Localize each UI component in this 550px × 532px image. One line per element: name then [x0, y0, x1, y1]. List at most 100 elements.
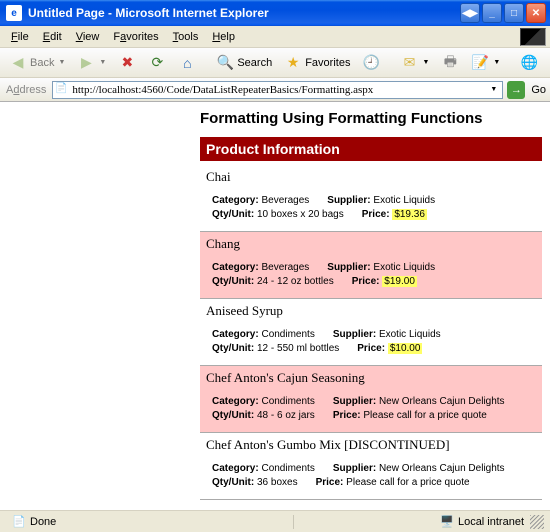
product-row: Category: Condiments Supplier: New Orlean…	[212, 396, 536, 407]
qty-cell: Qty/Unit: 12 - 550 ml bottles	[212, 343, 339, 354]
qty-cell: Qty/Unit: 48 - 6 oz jars	[212, 410, 315, 421]
price-cell: Price: Please call for a price quote	[333, 410, 487, 421]
menu-bar: File Edit View Favorites Tools Help	[0, 26, 550, 48]
home-icon: ⌂	[178, 54, 196, 72]
product-name: Chai	[206, 169, 536, 185]
supplier-cell: Supplier: Exotic Liquids	[327, 195, 435, 206]
extra-button-1[interactable]: ◀▶	[460, 3, 480, 23]
address-bar: Address 📄 ▼ → Go	[0, 78, 550, 102]
supplier-cell: Supplier: New Orleans Cajun Delights	[333, 396, 505, 407]
mail-icon: ✉	[400, 54, 418, 72]
status-text: Done	[30, 516, 56, 528]
price-cell: Price: Please call for a price quote	[316, 477, 470, 488]
product-item: Chang Category: BeveragesSupplier: Exotic…	[200, 232, 542, 299]
menu-tools[interactable]: Tools	[166, 29, 206, 45]
product-row: Qty/Unit: 24 - 12 oz bottles Price: $19.0…	[212, 276, 536, 287]
search-button[interactable]: 🔍 Search	[211, 51, 277, 75]
product-item: Aniseed Syrup Category: Condiments Supplie…	[200, 299, 542, 366]
star-icon: ★	[284, 54, 302, 72]
page-icon: 📄	[12, 515, 26, 529]
refresh-button[interactable]: ⟳	[143, 51, 171, 75]
status-bar: 📄 Done 🖥️ Local intranet	[0, 510, 550, 532]
page-content[interactable]: Formatting Using Formatting Functions Pr…	[0, 102, 550, 510]
forward-button[interactable]: ▶ ▼	[72, 51, 111, 75]
history-button[interactable]: 🕘	[357, 51, 385, 75]
mail-button[interactable]: ✉▼	[395, 51, 434, 75]
product-row: Category: Beverages Supplier: Exotic Liqu…	[212, 195, 536, 206]
extra-button-a[interactable]: 🌐	[515, 51, 543, 75]
status-left: 📄 Done	[6, 515, 294, 529]
supplier-cell: Supplier: New Orleans Cajun Delights	[333, 463, 505, 474]
chevron-down-icon: ▼	[422, 59, 429, 66]
chevron-down-icon: ▼	[99, 59, 106, 66]
menu-favorites[interactable]: Favorites	[106, 29, 165, 45]
menu-view[interactable]: View	[69, 29, 107, 45]
resize-gripper-icon[interactable]	[530, 515, 544, 529]
menu-edit[interactable]: Edit	[36, 29, 69, 45]
product-row: Category: BeveragesSupplier: Exotic Liqu…	[212, 262, 536, 273]
favorites-button[interactable]: ★ Favorites	[279, 51, 355, 75]
product-row: Qty/Unit: 48 - 6 oz jars Price: Please ca…	[212, 410, 536, 421]
stop-icon: ✖	[118, 54, 136, 72]
product-row: Qty/Unit: 10 boxes x 20 bags Price: $19.3…	[212, 209, 536, 220]
page-icon: 📄	[55, 83, 69, 97]
product-row: Qty/Unit: 12 - 550 ml bottles Price: $10.…	[212, 343, 536, 354]
price-cell: Price: $10.00	[357, 343, 422, 354]
favorites-label: Favorites	[305, 57, 350, 69]
product-name: Chef Anton's Cajun Seasoning	[206, 370, 536, 386]
close-button[interactable]: ✕	[526, 3, 546, 23]
window-buttons: ◀▶ _ □ ✕	[460, 3, 546, 23]
chevron-down-icon: ▼	[493, 59, 500, 66]
intranet-icon: 🖥️	[440, 515, 454, 529]
category-cell: Category: Condiments	[212, 396, 315, 407]
section-header: Product Information	[200, 137, 542, 161]
category-cell: Category: Beverages	[212, 195, 309, 206]
chevron-down-icon[interactable]: ▼	[487, 86, 500, 93]
product-item: Chai Category: Beverages Supplier: Exotic …	[200, 165, 542, 232]
app-icon: e	[6, 5, 22, 21]
minimize-button[interactable]: _	[482, 3, 502, 23]
stop-button[interactable]: ✖	[113, 51, 141, 75]
product-row: Category: CondimentsSupplier: New Orlean…	[212, 463, 536, 474]
maximize-button[interactable]: □	[504, 3, 524, 23]
home-button[interactable]: ⌂	[173, 51, 201, 75]
price-value: $19.36	[392, 209, 427, 220]
product-row: Qty/Unit: 36 boxesPrice: Please call for…	[212, 477, 536, 488]
back-button[interactable]: ◀ Back ▼	[4, 51, 70, 75]
price-cell: Price: $19.00	[352, 276, 417, 287]
menu-help[interactable]: Help	[205, 29, 242, 45]
windows-logo-icon	[520, 28, 546, 46]
supplier-cell: Supplier: Exotic Liquids	[327, 262, 435, 273]
category-cell: Category: Condiments	[212, 329, 315, 340]
url-box[interactable]: 📄 ▼	[52, 81, 503, 99]
history-icon: 🕘	[362, 54, 380, 72]
search-icon: 🔍	[216, 54, 234, 72]
supplier-cell: Supplier: Exotic Liquids	[333, 329, 441, 340]
extra-button-b[interactable]: 👤	[545, 51, 550, 75]
product-list: Chai Category: Beverages Supplier: Exotic …	[200, 165, 542, 500]
edit-button[interactable]: 📝▼	[466, 51, 505, 75]
back-label: Back	[30, 57, 54, 69]
globe-icon: 🌐	[520, 54, 538, 72]
price-cell: Price: $19.36	[362, 209, 427, 220]
go-label: Go	[529, 84, 546, 96]
chevron-down-icon: ▼	[58, 59, 65, 66]
product-name: Aniseed Syrup	[206, 303, 536, 319]
product-item: Chef Anton's Gumbo Mix [DISCONTINUED] Cat…	[200, 433, 542, 500]
product-name: Chang	[206, 236, 536, 252]
go-button[interactable]: →	[507, 81, 525, 99]
back-icon: ◀	[9, 54, 27, 72]
product-name: Chef Anton's Gumbo Mix [DISCONTINUED]	[206, 437, 536, 453]
zone-text: Local intranet	[458, 516, 524, 528]
title-bar: e Untitled Page - Microsoft Internet Exp…	[0, 0, 550, 26]
price-value: $19.00	[382, 276, 417, 287]
price-value: Please call for a price quote	[363, 410, 486, 421]
print-button[interactable]: 🖶	[436, 51, 464, 75]
qty-cell: Qty/Unit: 10 boxes x 20 bags	[212, 209, 344, 220]
url-input[interactable]	[72, 84, 487, 96]
menu-file[interactable]: File	[4, 29, 36, 45]
qty-cell: Qty/Unit: 24 - 12 oz bottles	[212, 276, 334, 287]
print-icon: 🖶	[441, 54, 459, 72]
product-item: Chef Anton's Cajun Seasoning Category: Co…	[200, 366, 542, 433]
toolbar: ◀ Back ▼ ▶ ▼ ✖ ⟳ ⌂ 🔍 Search ★ Favorites …	[0, 48, 550, 78]
